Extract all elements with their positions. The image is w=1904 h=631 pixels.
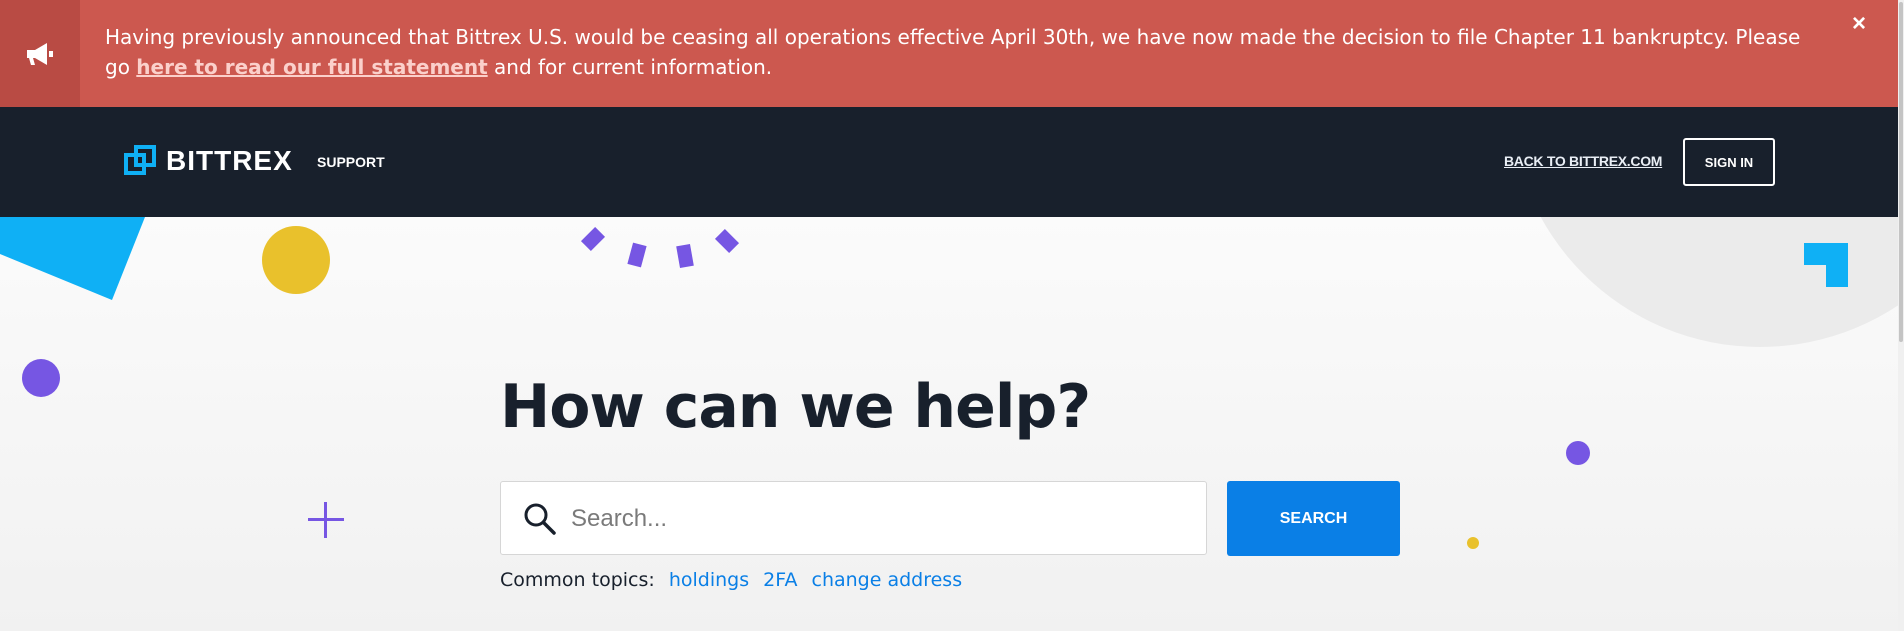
search-input[interactable] [571,494,1191,544]
top-nav: BITTREX SUPPORT BACK TO BITTREX.COM SIGN… [0,107,1904,217]
bittrex-logo-icon [124,145,156,175]
topic-link-holdings[interactable]: holdings [669,569,749,591]
topic-link-change-address[interactable]: change address [812,569,963,591]
common-topics: Common topics: holdings 2FA change addre… [500,569,962,591]
small-yellow-dot-decoration [1467,537,1479,549]
topic-link-2fa[interactable]: 2FA [763,569,797,591]
announcement-banner: Having previously announced that Bittrex… [0,0,1904,107]
yellow-circle-decoration [262,226,330,294]
close-icon[interactable]: × [1852,10,1866,38]
announcement-message-end: and for current information. [487,55,773,79]
announcement-text: Having previously announced that Bittrex… [105,22,1805,82]
small-purple-dot-decoration [1566,441,1590,465]
search-button[interactable]: SEARCH [1227,481,1400,556]
back-to-bittrex-link[interactable]: BACK TO BITTREX.COM [1504,153,1662,169]
support-label: SUPPORT [317,154,385,170]
search-icon [524,503,556,535]
purple-circle-decoration [22,359,60,397]
cyan-corner-decoration [1804,243,1848,287]
megaphone-icon [0,0,80,107]
common-topics-label: Common topics: [500,569,655,591]
page-heading: How can we help? [500,372,1091,442]
logo-wordmark: BITTREX [166,145,293,176]
plus-decoration [308,502,344,538]
bittrex-logo[interactable]: BITTREX [124,145,293,177]
hero-section: How can we help? SEARCH Common topics: h… [0,217,1904,631]
scrollbar-thumb[interactable] [1899,2,1903,342]
search-box [500,481,1207,555]
full-statement-link[interactable]: here to read our full statement [136,55,487,79]
sign-in-button[interactable]: SIGN IN [1683,138,1775,186]
cyan-triangle-decoration [0,217,145,300]
purple-dashes-decoration [580,227,740,269]
